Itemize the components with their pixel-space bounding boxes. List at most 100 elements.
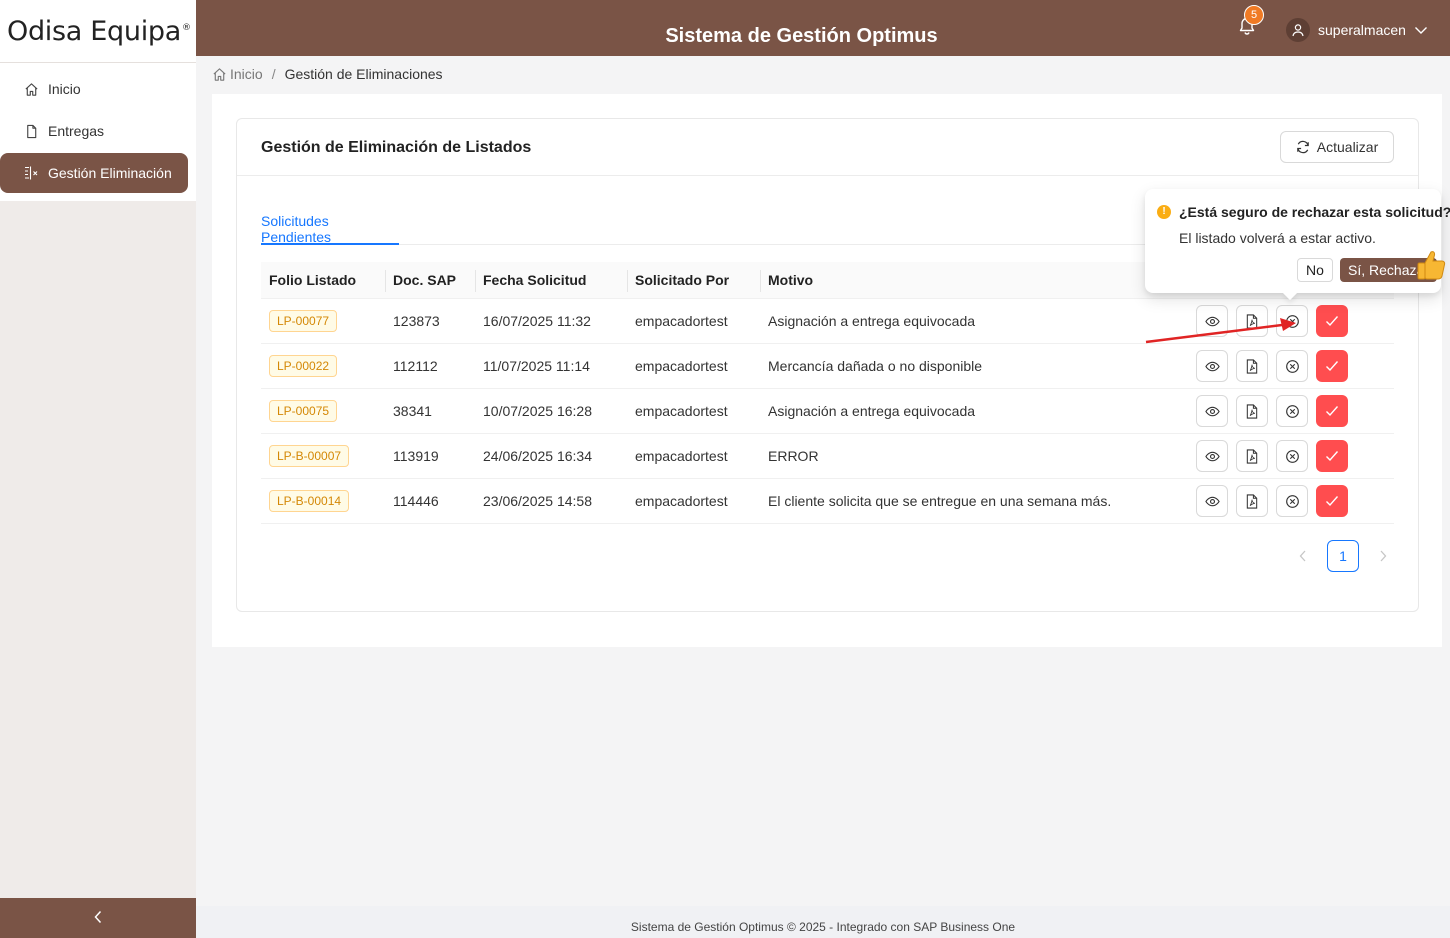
- pdf-button[interactable]: [1236, 350, 1268, 382]
- close-circle-icon: [1285, 359, 1299, 373]
- folio-tag: LP-00077: [269, 310, 338, 332]
- folio-tag: LP-00075: [269, 400, 338, 422]
- doc-sap: 113919: [393, 448, 439, 464]
- delete-column-icon: [23, 165, 39, 181]
- column-header: Folio Listado: [269, 272, 357, 288]
- close-circle-icon: [1285, 494, 1299, 508]
- brand-logo: Odisa Equipa®: [0, 0, 196, 63]
- sidebar: Odisa Equipa® Inicio Entregas Gestión El…: [0, 0, 196, 938]
- check-icon: [1326, 361, 1339, 372]
- fecha-solicitud: 11/07/2025 11:14: [483, 358, 590, 374]
- card-title: Gestión de Eliminación de Listados: [261, 139, 532, 156]
- user-avatar-icon: [1286, 18, 1310, 42]
- chevron-right-icon: [1380, 550, 1387, 562]
- reject-popconfirm: ! ¿Está seguro de rechazar esta solicitu…: [1145, 189, 1450, 293]
- motivo: ERROR: [768, 448, 819, 464]
- refresh-button[interactable]: Actualizar: [1280, 131, 1394, 163]
- sidebar-item-label: Gestión Eliminación: [48, 165, 172, 181]
- page-number[interactable]: 1: [1327, 540, 1359, 572]
- close-circle-icon: [1285, 449, 1299, 463]
- solicitado-por: empacadortest: [635, 493, 728, 509]
- exclamation-circle-icon: !: [1157, 205, 1171, 219]
- breadcrumb: Inicio / Gestión de Eliminaciones: [212, 66, 443, 82]
- folio-tag: LP-B-00014: [269, 490, 350, 512]
- popconfirm-cancel-button[interactable]: No: [1297, 258, 1333, 282]
- file-pdf-icon: [1246, 493, 1258, 509]
- approve-button[interactable]: [1316, 305, 1348, 337]
- sidebar-item-label: Inicio: [48, 81, 81, 97]
- view-button[interactable]: [1196, 440, 1228, 472]
- check-icon: [1326, 451, 1339, 462]
- popconfirm-title: ¿Está seguro de rechazar esta solicitud?: [1179, 204, 1450, 220]
- table-row: LP-B-00007 113919 24/06/2025 16:34 empac…: [261, 434, 1394, 479]
- thumbs-up-icon: [1417, 251, 1446, 280]
- check-icon: [1326, 496, 1339, 507]
- file-pdf-icon: [1246, 448, 1258, 464]
- app-title: Sistema de Gestión Optimus: [665, 25, 938, 47]
- solicitado-por: empacadortest: [635, 358, 728, 374]
- sidebar-collapse-button[interactable]: [0, 898, 196, 938]
- pdf-button[interactable]: [1236, 485, 1268, 517]
- eye-icon: [1204, 406, 1220, 416]
- fecha-solicitud: 23/06/2025 14:58: [483, 493, 592, 509]
- fecha-solicitud: 24/06/2025 16:34: [483, 448, 592, 464]
- solicitado-por: empacadortest: [635, 403, 728, 419]
- folio-tag: LP-B-00007: [269, 445, 350, 467]
- column-header: Motivo: [760, 270, 1194, 292]
- username: superalmacen: [1318, 22, 1406, 38]
- logo-text: Odisa Equipa®: [7, 15, 191, 47]
- approve-button[interactable]: [1316, 350, 1348, 382]
- tab-solicitudes-pendientes[interactable]: Solicitudes Pendientes: [261, 213, 399, 245]
- approve-button[interactable]: [1316, 395, 1348, 427]
- doc-sap: 112112: [393, 358, 438, 374]
- reject-button[interactable]: [1276, 485, 1308, 517]
- view-button[interactable]: [1196, 485, 1228, 517]
- sidebar-item-inicio[interactable]: Inicio: [0, 69, 188, 109]
- fecha-solicitud: 10/07/2025 16:28: [483, 403, 592, 419]
- annotation-arrow-icon: [1145, 318, 1296, 344]
- sidebar-item-gestion-eliminacion[interactable]: Gestión Eliminación: [0, 153, 188, 193]
- file-pdf-icon: [1246, 403, 1258, 419]
- column-header: Solicitado Por: [627, 270, 760, 292]
- refresh-icon: [1296, 140, 1309, 154]
- table-row: LP-B-00014 114446 23/06/2025 14:58 empac…: [261, 479, 1394, 524]
- main-content: Gestión de Eliminación de Listados Actua…: [212, 94, 1442, 647]
- approve-button[interactable]: [1316, 440, 1348, 472]
- column-header: Doc. SAP: [385, 270, 475, 292]
- solicitado-por: empacadortest: [635, 313, 728, 329]
- breadcrumb-home-link[interactable]: Inicio: [230, 66, 263, 82]
- prev-page-button[interactable]: [1287, 540, 1319, 572]
- refresh-label: Actualizar: [1316, 139, 1379, 155]
- doc-sap: 114446: [393, 493, 439, 509]
- approve-button[interactable]: [1316, 485, 1348, 517]
- pdf-button[interactable]: [1236, 395, 1268, 427]
- view-button[interactable]: [1196, 395, 1228, 427]
- home-icon: [23, 81, 39, 97]
- motivo: El cliente solicita que se entregue en u…: [768, 493, 1112, 509]
- sidebar-menu: Inicio Entregas Gestión Eliminación: [0, 63, 196, 201]
- eye-icon: [1204, 361, 1220, 371]
- close-circle-icon: [1285, 404, 1299, 418]
- solicitado-por: empacadortest: [635, 448, 728, 464]
- view-button[interactable]: [1196, 350, 1228, 382]
- reject-button[interactable]: [1276, 440, 1308, 472]
- card-header: Gestión de Eliminación de Listados Actua…: [237, 119, 1418, 176]
- file-icon: [23, 123, 39, 139]
- next-page-button[interactable]: [1367, 540, 1399, 572]
- requests-table: Folio Listado Doc. SAP Fecha Solicitud S…: [261, 262, 1394, 524]
- column-header: Fecha Solicitud: [475, 270, 627, 292]
- reject-button[interactable]: [1276, 350, 1308, 382]
- sidebar-item-entregas[interactable]: Entregas: [0, 111, 188, 151]
- breadcrumb-separator: /: [271, 66, 276, 82]
- user-menu[interactable]: superalmacen: [1286, 18, 1428, 42]
- reject-button[interactable]: [1276, 395, 1308, 427]
- file-pdf-icon: [1246, 358, 1258, 374]
- footer: Sistema de Gestión Optimus © 2025 - Inte…: [196, 906, 1450, 938]
- pagination: 1: [1287, 540, 1399, 572]
- motivo: Asignación a entrega equivocada: [768, 403, 976, 419]
- chevron-left-icon: [1299, 550, 1306, 562]
- eye-icon: [1204, 496, 1220, 506]
- pdf-button[interactable]: [1236, 440, 1268, 472]
- sidebar-item-label: Entregas: [48, 123, 105, 139]
- breadcrumb-current: Gestión de Eliminaciones: [284, 66, 443, 82]
